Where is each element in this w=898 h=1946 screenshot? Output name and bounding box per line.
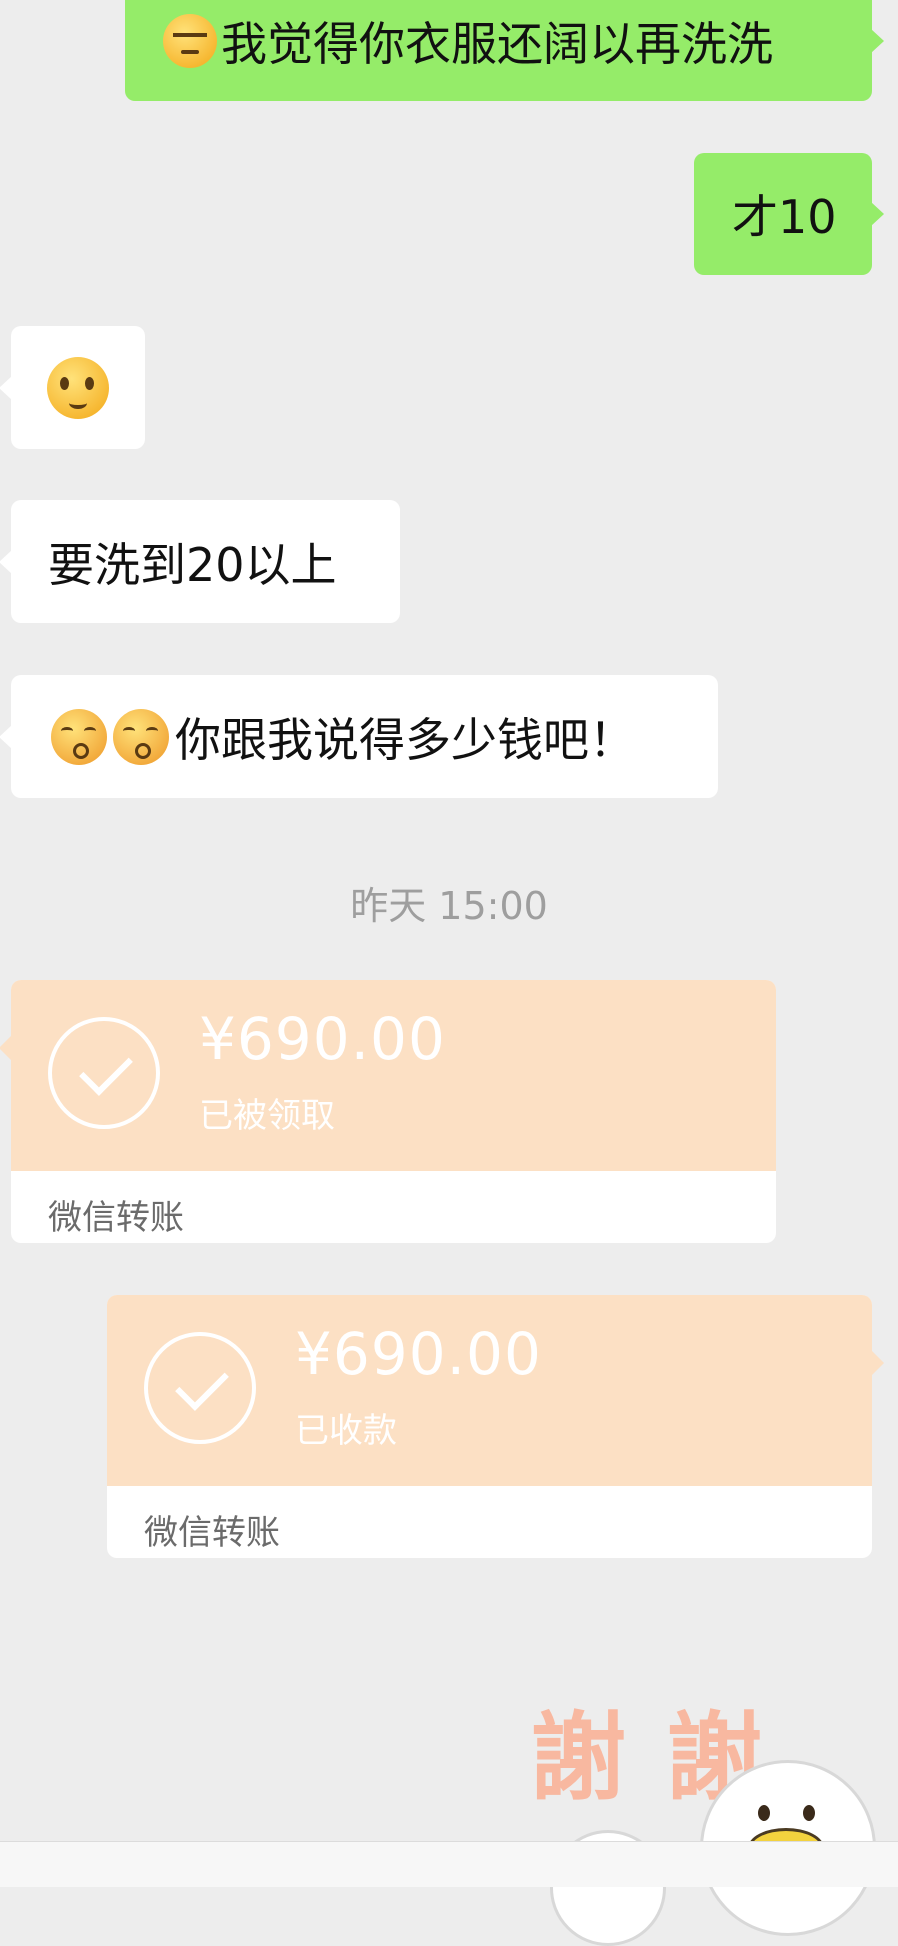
check-circle-icon <box>144 1332 256 1444</box>
message-bubble-outgoing[interactable]: 我觉得你衣服还阔以再洗洗 <box>125 0 884 101</box>
bubble-tail <box>871 28 884 53</box>
bubble-tail <box>871 202 884 226</box>
bubble-tail <box>871 1350 884 1376</box>
duck-eye-icon <box>758 1805 770 1821</box>
message-bubble-incoming[interactable]: 要洗到20以上 <box>0 500 400 623</box>
transfer-label: 微信转账 <box>144 1513 280 1553</box>
bubble-tail <box>0 375 12 400</box>
kissing-face-icon <box>113 708 169 765</box>
duck-eye-icon <box>803 1805 815 1821</box>
unamused-face-icon <box>163 13 217 68</box>
weird-face-icon <box>47 356 109 419</box>
wechat-transfer-card-incoming[interactable]: ¥690.00 已被领取 微信转账 <box>0 980 776 1243</box>
transfer-amount: ¥690.00 <box>199 1005 446 1073</box>
transfer-status: 已收款 <box>295 1411 397 1451</box>
message-bubble-incoming[interactable]: 你跟我说得多少钱吧！ <box>0 675 718 798</box>
message-bubble-outgoing[interactable]: 才10 <box>694 153 884 275</box>
transfer-amount: ¥690.00 <box>295 1320 542 1388</box>
message-text: 你跟我说得多少钱吧！ <box>175 712 635 767</box>
chat-timestamp: 昨天 15:00 <box>350 884 548 928</box>
transfer-label: 微信转账 <box>48 1198 184 1238</box>
transfer-status: 已被领取 <box>199 1096 335 1136</box>
bubble-tail <box>0 724 12 749</box>
wechat-transfer-card-outgoing[interactable]: ¥690.00 已收款 微信转账 <box>107 1295 884 1558</box>
message-text: 要洗到20以上 <box>48 537 337 592</box>
bubble-tail <box>0 1035 12 1061</box>
message-text: 才10 <box>732 190 837 244</box>
message-text: 我觉得你衣服还阔以再洗洗 <box>221 16 773 71</box>
kissing-face-icon <box>51 708 107 765</box>
check-circle-icon <box>48 1017 160 1129</box>
chat-input-bar[interactable] <box>0 1841 898 1887</box>
bubble-tail <box>0 549 12 574</box>
message-bubble-incoming[interactable] <box>0 326 145 449</box>
